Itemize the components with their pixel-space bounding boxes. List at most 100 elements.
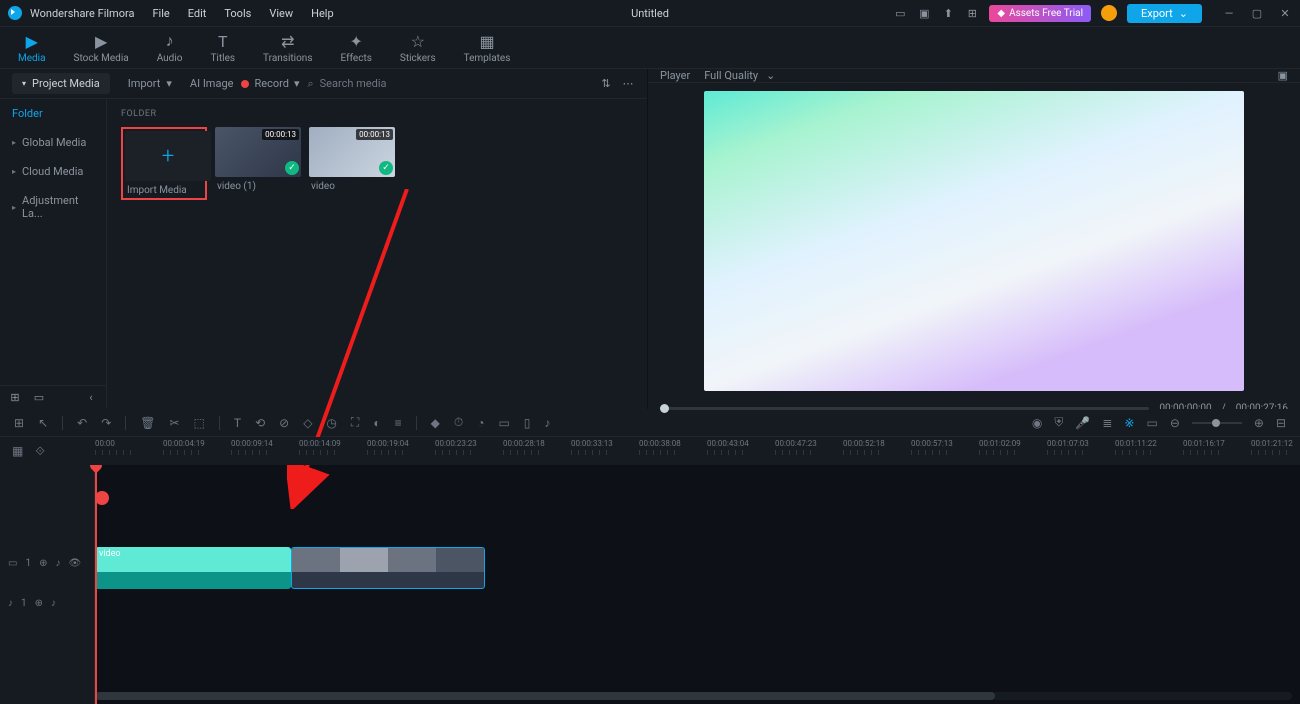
menu-file[interactable]: File bbox=[152, 7, 169, 20]
tab-stock-media[interactable]: ▶Stock Media bbox=[74, 32, 129, 64]
import-media-tile[interactable]: + Import Media bbox=[121, 127, 207, 200]
keyframe-icon[interactable]: ◆ bbox=[431, 416, 440, 430]
layout-icon[interactable]: ⊟ bbox=[1276, 416, 1286, 430]
shield-icon[interactable]: ⛨ bbox=[1054, 415, 1063, 430]
magnet-icon[interactable]: ※ bbox=[1124, 416, 1134, 430]
ai-image-button[interactable]: AI Image bbox=[190, 77, 234, 90]
tab-effects-label: Effects bbox=[341, 53, 372, 64]
tab-titles[interactable]: TTitles bbox=[210, 32, 235, 64]
export-button[interactable]: Export ⌄ bbox=[1127, 4, 1202, 23]
image-icon[interactable]: ▣ bbox=[917, 6, 931, 20]
sidebar-adjustment-layer[interactable]: ▸Adjustment La... bbox=[0, 186, 106, 228]
profile-avatar[interactable] bbox=[1101, 5, 1117, 21]
speed-icon[interactable]: ⏱ bbox=[454, 415, 463, 430]
adjust-icon[interactable]: ≡ bbox=[395, 416, 402, 430]
more-icon[interactable]: ⋯ bbox=[621, 77, 635, 91]
mask-icon[interactable]: ◔ bbox=[477, 416, 484, 430]
menu-help[interactable]: Help bbox=[311, 7, 334, 20]
transitions-icon: ⇄ bbox=[281, 32, 294, 51]
collapse-icon[interactable]: ‹ bbox=[84, 391, 98, 405]
project-media-dropdown[interactable]: ▾ Project Media bbox=[12, 73, 110, 94]
cloud-icon[interactable]: ⬆ bbox=[941, 6, 955, 20]
filter-icon[interactable]: ⇅ bbox=[599, 77, 613, 91]
mute-icon[interactable]: ♪ bbox=[51, 598, 56, 609]
add-track-icon[interactable]: ⊕ bbox=[39, 558, 47, 569]
render-icon[interactable]: ◉ bbox=[1032, 416, 1042, 430]
timeline-ruler[interactable]: ▦ ⟐ 00:0000:00:04:1900:00:09:1400:00:14:… bbox=[0, 437, 1300, 465]
folder-icon[interactable]: ▭ bbox=[32, 391, 46, 405]
track-manager-icon[interactable]: ▦ bbox=[12, 444, 23, 458]
text-icon[interactable]: T bbox=[234, 416, 241, 430]
close-button[interactable]: ✕ bbox=[1278, 6, 1292, 20]
import-dropdown[interactable]: Import ▾ bbox=[118, 73, 182, 94]
mute-icon[interactable]: ♪ bbox=[55, 558, 60, 569]
sidebar-folder[interactable]: Folder bbox=[0, 99, 106, 128]
audio-tool-icon[interactable]: ♪ bbox=[544, 416, 550, 430]
audio-track-header[interactable]: ♪ 1 ⊕ ♪ bbox=[0, 583, 94, 623]
maximize-button[interactable]: ▢ bbox=[1250, 6, 1264, 20]
video-track-header[interactable]: ▭ 1 ⊕ ♪ 👁 bbox=[0, 543, 94, 583]
grid-icon[interactable]: ⊞ bbox=[965, 6, 979, 20]
timeline-clip-2[interactable] bbox=[291, 547, 485, 589]
window-controls: — ▢ ✕ bbox=[1222, 6, 1292, 20]
tab-audio[interactable]: ♪Audio bbox=[157, 31, 183, 64]
track-body[interactable]: video bbox=[95, 465, 1300, 704]
tab-media[interactable]: ▶Media bbox=[18, 32, 46, 64]
timeline-scrollbar[interactable] bbox=[95, 692, 1292, 700]
chevron-down-icon: ⌄ bbox=[1179, 7, 1188, 20]
progress-bar[interactable] bbox=[660, 407, 1149, 410]
group-icon[interactable]: ▯ bbox=[524, 416, 531, 430]
cut-icon[interactable]: ✂ bbox=[169, 416, 179, 430]
crop-icon[interactable]: ⬚ bbox=[194, 416, 205, 430]
playhead[interactable] bbox=[95, 465, 97, 704]
add-track-icon[interactable]: ⊕ bbox=[35, 598, 43, 609]
menu-edit[interactable]: Edit bbox=[188, 7, 207, 20]
quality-dropdown[interactable]: Full Quality ⌄ bbox=[704, 69, 775, 82]
scrollbar-thumb[interactable] bbox=[95, 692, 995, 700]
player-label: Player bbox=[660, 69, 690, 82]
preview-frame[interactable] bbox=[704, 91, 1244, 391]
view-icon[interactable]: ▭ bbox=[1146, 416, 1157, 430]
search-input[interactable]: ⌕ Search media bbox=[307, 77, 591, 91]
tab-transitions[interactable]: ⇄Transitions bbox=[263, 32, 312, 64]
media-clip-2[interactable]: 00:00:13 ✓ video bbox=[309, 127, 395, 200]
visibility-icon[interactable]: 👁 bbox=[68, 558, 81, 569]
sidebar-global-media[interactable]: ▸Global Media bbox=[0, 128, 106, 157]
tab-templates[interactable]: ▦Templates bbox=[464, 32, 511, 64]
progress-handle[interactable] bbox=[660, 404, 669, 413]
color-icon[interactable]: ◐ bbox=[373, 416, 380, 430]
expand-icon[interactable]: ⛶ bbox=[351, 415, 359, 430]
timer-icon[interactable]: ◷ bbox=[326, 416, 336, 430]
link-tracks-icon[interactable]: ⟐ bbox=[35, 444, 44, 459]
new-folder-icon[interactable]: ⊞ bbox=[8, 391, 22, 405]
menu-tools[interactable]: Tools bbox=[224, 7, 251, 20]
delete-icon[interactable]: 🗑 bbox=[140, 416, 155, 430]
link-icon[interactable]: ⊘ bbox=[279, 416, 289, 430]
mic-icon[interactable]: 🎤 bbox=[1075, 416, 1090, 430]
menu-view[interactable]: View bbox=[269, 7, 293, 20]
pointer-tool-icon[interactable]: ↖ bbox=[38, 416, 48, 430]
zoom-in-icon[interactable]: ⊕ bbox=[1254, 416, 1264, 430]
grid-tool-icon[interactable]: ⊞ bbox=[14, 416, 24, 430]
assets-free-trial-button[interactable]: ◆ Assets Free Trial bbox=[989, 5, 1091, 22]
sidebar-cloud-media[interactable]: ▸Cloud Media bbox=[0, 157, 106, 186]
timeline-clip-1[interactable]: video bbox=[95, 547, 291, 589]
zoom-slider[interactable] bbox=[1192, 422, 1242, 424]
tab-stickers[interactable]: ☆Stickers bbox=[400, 32, 436, 64]
redo-icon[interactable]: ↷ bbox=[101, 416, 111, 430]
zoom-out-icon[interactable]: ⊖ bbox=[1170, 416, 1180, 430]
minimize-button[interactable]: — bbox=[1222, 6, 1236, 20]
audio-marker[interactable] bbox=[95, 491, 109, 505]
snapshot-icon[interactable]: ▣ bbox=[1278, 69, 1288, 82]
ruler-tick: 00:00:23:23 bbox=[435, 437, 503, 465]
media-icon: ▶ bbox=[26, 32, 38, 51]
media-clip-1[interactable]: 00:00:13 ✓ video (1) bbox=[215, 127, 301, 200]
track-icon[interactable]: ▭ bbox=[498, 416, 509, 430]
marker-icon[interactable]: ◇ bbox=[303, 416, 312, 430]
tab-effects[interactable]: ✦Effects bbox=[341, 32, 372, 64]
mixer-icon[interactable]: ≣ bbox=[1102, 416, 1112, 430]
refresh-icon[interactable]: ⟲ bbox=[255, 416, 265, 430]
undo-icon[interactable]: ↶ bbox=[77, 416, 87, 430]
record-dropdown[interactable]: Record ▾ bbox=[241, 77, 299, 90]
screen-icon[interactable]: ▭ bbox=[893, 6, 907, 20]
